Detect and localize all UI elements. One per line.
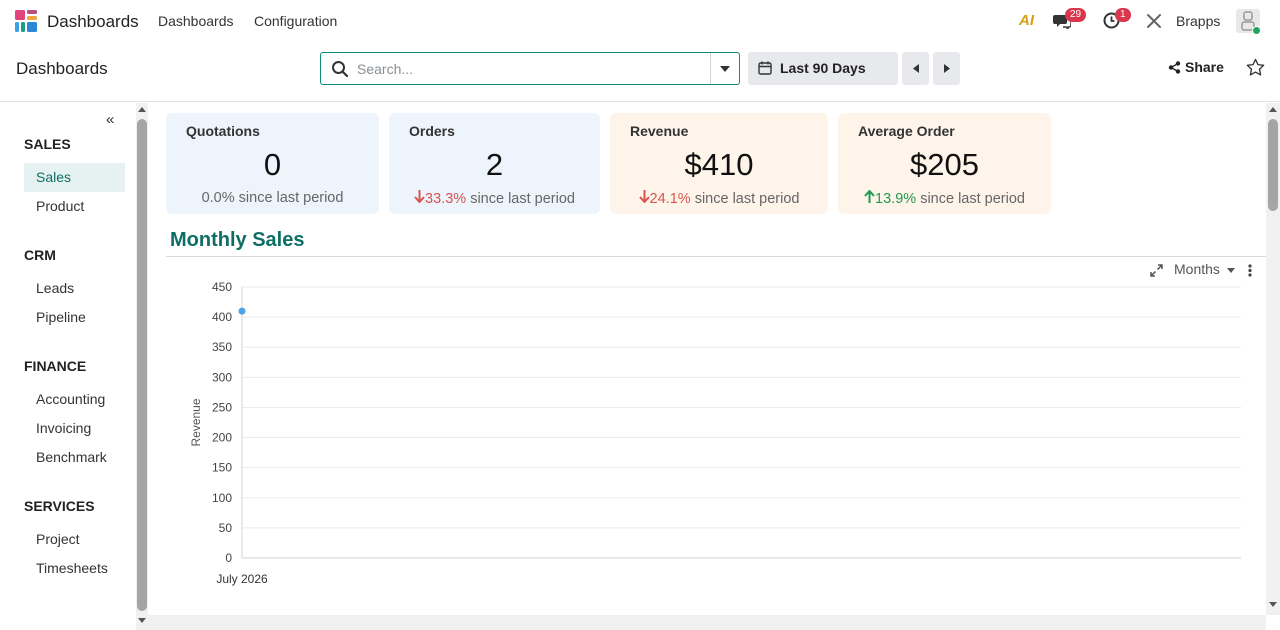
kpi-delta: 0.0% since last period [166,190,379,206]
kpi-value: 2 [485,147,504,182]
y-tick-label: 300 [212,370,232,384]
kpi-delta-percent: 24.1% [649,191,691,207]
search-box[interactable] [320,52,740,85]
main-scrollbar[interactable] [1266,103,1280,615]
arrow-up-icon [864,189,875,203]
activities-badge: 1 [1115,8,1131,22]
sidebar-item-project[interactable]: Project [24,525,125,554]
kpi-card-average-order[interactable]: Average Order $205 13.9% since last peri… [838,113,1051,214]
caret-left-icon [912,64,919,73]
section-finance: FINANCE [24,358,87,374]
top-navbar: Dashboards Dashboards Configuration AI 2… [0,0,1280,42]
sidebar-item-timesheets[interactable]: Timesheets [24,554,125,583]
kpi-card-quotations[interactable]: Quotations 0 0.0% since last period [166,113,379,214]
kpi-card-orders[interactable]: Orders 2 33.3% since last period [389,113,600,214]
kpi-title: Orders [409,123,455,139]
kpi-delta: 13.9% since last period [838,189,1051,207]
kpi-title: Quotations [186,123,260,139]
y-tick-label: 200 [212,431,232,445]
kpi-delta-percent: 33.3% [425,191,467,207]
sidebar-item-benchmark[interactable]: Benchmark [24,443,125,472]
previous-period-button[interactable] [902,52,929,85]
collapse-sidebar-button[interactable]: « [106,111,114,128]
data-point [238,307,246,315]
online-status-dot [1252,26,1261,35]
menu-dashboards[interactable]: Dashboards [158,13,234,29]
scroll-down-arrow-icon[interactable] [1269,602,1277,607]
search-icon [332,61,349,78]
sidebar-item-product[interactable]: Product [24,192,125,221]
kpi-title: Revenue [630,123,689,139]
app-logo-icon[interactable] [15,10,37,32]
sidebar-item-accounting[interactable]: Accounting [24,385,125,414]
heading-divider [166,256,1266,257]
kpi-delta: 33.3% since last period [389,190,600,207]
y-tick-label: 400 [212,310,232,324]
kpi-delta-suffix: since last period [694,191,800,207]
scroll-up-arrow-icon[interactable] [1269,107,1277,112]
kpi-value: $205 [910,147,979,182]
y-tick-label: 50 [219,521,233,535]
y-tick-label: 350 [212,340,232,354]
menu-configuration[interactable]: Configuration [254,13,337,29]
kpi-delta-suffix: since last period [920,191,1025,207]
search-options-toggle[interactable] [710,53,739,84]
arrow-down-icon [414,190,425,204]
scroll-up-arrow-icon[interactable] [138,107,146,112]
y-tick-label: 250 [212,400,232,414]
section-services: SERVICES [24,498,95,514]
y-tick-label: 450 [212,280,232,294]
period-selector-button[interactable]: Last 90 Days [748,52,898,85]
next-period-button[interactable] [933,52,960,85]
monthly-sales-chart[interactable]: 0 50 100 150 200 250 300 350 400 450 Revenue July 2… [178,273,1248,593]
dashboard-sidebar: « SALES Sales Product CRM Leads Pipeline… [0,103,136,630]
kpi-delta-percent: 13.9% [875,191,917,207]
breadcrumb: Dashboards [16,59,108,78]
chart-more-options-icon[interactable] [1248,264,1252,277]
x-tick-label: July 2026 [216,572,268,586]
kpi-value: 0 [263,147,282,182]
share-label: Share [1185,59,1224,75]
messages-badge: 29 [1065,8,1087,22]
kpi-card-revenue[interactable]: Revenue $410 24.1% since last period [610,113,828,214]
search-input[interactable] [357,54,707,83]
calendar-icon [758,61,772,75]
sidebar-item-pipeline[interactable]: Pipeline [24,303,125,332]
control-panel: Dashboards Last 90 Days Share [0,42,1280,102]
share-icon [1168,60,1181,74]
app-name[interactable]: Dashboards [47,12,139,32]
share-button[interactable]: Share [1168,59,1224,75]
caret-down-icon [720,65,730,72]
kpi-delta-percent: 0.0% [201,190,235,206]
sidebar-item-sales[interactable]: Sales [24,163,125,192]
kpi-delta: 24.1% since last period [610,190,828,207]
sidebar-item-leads[interactable]: Leads [24,274,125,303]
main-scrollbar-thumb[interactable] [1268,119,1278,211]
section-sales: SALES [24,136,71,152]
company-switcher[interactable]: Brapps [1176,13,1220,29]
y-axis-label: Revenue [189,398,203,446]
y-tick-label: 150 [212,461,232,475]
section-crm: CRM [24,247,56,263]
kpi-delta-suffix: since last period [470,191,575,207]
kpi-value: $410 [684,147,754,182]
period-label: Last 90 Days [780,60,866,76]
sidebar-scrollbar-thumb[interactable] [137,119,147,611]
kpi-title: Average Order [858,123,955,139]
arrow-down-icon [638,190,650,204]
caret-right-icon [943,64,950,73]
scroll-down-arrow-icon[interactable] [138,618,146,623]
dashboard-main: Quotations 0 0.0% since last period Orde… [148,103,1266,615]
sidebar-item-invoicing[interactable]: Invoicing [24,414,125,443]
horizontal-scroll-track [148,615,1266,630]
y-tick-label: 100 [212,491,232,505]
kpi-delta-suffix: since last period [238,190,344,206]
y-tick-label: 0 [225,551,232,565]
sidebar-scrollbar[interactable] [136,103,148,630]
favorite-star-icon[interactable] [1246,58,1265,77]
ai-icon[interactable]: AI [1019,12,1034,29]
section-heading-monthly-sales: Monthly Sales [170,229,305,251]
debug-tools-icon[interactable] [1146,13,1162,29]
